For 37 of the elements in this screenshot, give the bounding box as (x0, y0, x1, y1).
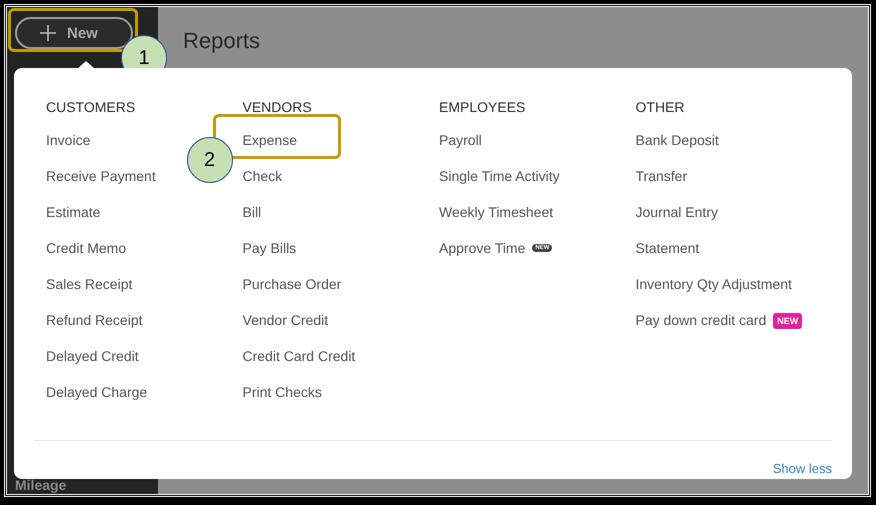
menu-item[interactable]: Print Checks (242, 383, 322, 401)
new-badge: NEW (773, 313, 802, 329)
column-heading: OTHER (636, 98, 686, 116)
page-title: Reports (183, 28, 260, 54)
menu-item[interactable]: Pay Bills (242, 239, 296, 257)
callout-marker: 2 (186, 137, 232, 183)
plus-icon (39, 24, 57, 42)
menu-item[interactable]: Inventory Qty Adjustment (636, 275, 792, 293)
sidebar-item[interactable]: Mileage (7, 478, 158, 494)
menu-item[interactable]: Credit Memo (46, 239, 126, 257)
menu-item[interactable]: Check (242, 167, 282, 185)
menu-item[interactable]: Expense (242, 131, 297, 149)
column-heading: EMPLOYEES (439, 98, 526, 116)
menu-item[interactable]: Sales Receipt (46, 275, 132, 293)
column-heading: VENDORS (242, 98, 313, 116)
menu-item[interactable]: Purchase Order (242, 275, 342, 293)
menu-item[interactable]: Journal Entry (636, 203, 718, 221)
menu-item[interactable]: Vendor Credit (242, 311, 328, 329)
menu-item[interactable]: Statement (636, 239, 700, 257)
menu-item[interactable]: Credit Card Credit (242, 347, 356, 365)
menu-item[interactable]: Bank Deposit (636, 131, 719, 149)
menu-item[interactable]: Weekly Timesheet (439, 203, 554, 221)
menu-item[interactable]: Receive Payment (46, 167, 156, 185)
menu-item[interactable]: Invoice (46, 131, 90, 149)
menu-item[interactable]: Transfer (636, 167, 688, 185)
column-heading: CUSTOMERS (46, 98, 136, 116)
menu-item[interactable]: Delayed Charge (46, 383, 148, 401)
menu-item[interactable]: Refund Receipt (46, 311, 143, 329)
menu-item[interactable]: Pay down credit card (636, 311, 766, 329)
menu-item[interactable]: Single Time Activity (439, 167, 560, 185)
menu-item[interactable]: Payroll (439, 131, 482, 149)
show-less-link[interactable]: Show less (772, 461, 832, 476)
menu-item[interactable]: Estimate (46, 203, 100, 221)
menu-item[interactable]: Approve Time (439, 239, 526, 257)
new-button[interactable]: New (15, 17, 133, 49)
menu-item[interactable]: Bill (242, 203, 262, 221)
menu-item[interactable]: Delayed Credit (46, 347, 139, 365)
